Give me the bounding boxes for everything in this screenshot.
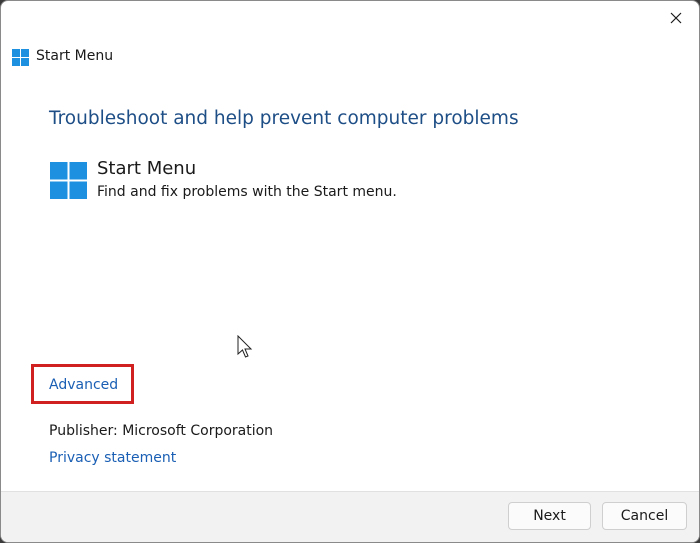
cancel-button[interactable]: Cancel [602, 502, 687, 530]
start-menu-windows-icon [50, 162, 87, 203]
troubleshooter-window: Start Menu Troubleshoot and help prevent… [0, 0, 700, 543]
mouse-cursor-icon [237, 334, 253, 363]
troubleshooter-name: Start Menu [97, 158, 197, 179]
close-icon [670, 12, 682, 24]
title-bar [1, 1, 699, 41]
footer-bar: Next Cancel [1, 491, 699, 542]
window-title: Start Menu [36, 48, 114, 64]
close-button[interactable] [653, 1, 699, 35]
advanced-link[interactable]: Advanced [49, 377, 118, 393]
windows-logo-icon [12, 49, 29, 70]
page-heading: Troubleshoot and help prevent computer p… [49, 108, 519, 129]
troubleshooter-description: Find and fix problems with the Start men… [97, 184, 397, 200]
privacy-statement-link[interactable]: Privacy statement [49, 450, 176, 466]
next-button[interactable]: Next [508, 502, 591, 530]
publisher-text: Publisher: Microsoft Corporation [49, 423, 274, 439]
